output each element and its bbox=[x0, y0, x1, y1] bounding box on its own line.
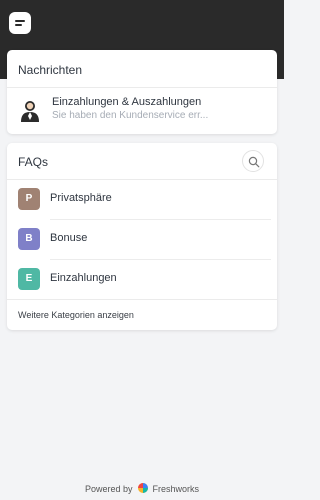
message-preview: Sie haben den Kundenservice err... bbox=[52, 110, 209, 121]
divider bbox=[7, 299, 277, 300]
message-item[interactable]: Einzahlungen & Auszahlungen Sie haben de… bbox=[7, 87, 277, 134]
faq-category-privatsphaere[interactable]: P Privatsphäre bbox=[7, 180, 277, 220]
category-label: Einzahlungen bbox=[50, 272, 117, 284]
faq-category-einzahlungen[interactable]: E Einzahlungen bbox=[7, 260, 277, 300]
more-categories-link[interactable]: Weitere Kategorien anzeigen bbox=[18, 310, 134, 320]
faqs-title: FAQs bbox=[18, 155, 49, 169]
freshworks-brand-link[interactable]: Freshworks bbox=[153, 484, 200, 494]
chat-bubble-icon[interactable] bbox=[9, 12, 31, 34]
category-badge: B bbox=[18, 228, 40, 250]
powered-by-text: Powered by bbox=[84, 484, 133, 494]
category-label: Bonuse bbox=[50, 232, 88, 244]
faqs-card: FAQs P Privatsphäre B Bonuse E Einzahlun… bbox=[7, 143, 277, 330]
category-badge: E bbox=[18, 268, 40, 290]
search-icon bbox=[248, 156, 260, 168]
powered-by-footer: Powered by Freshworks bbox=[0, 483, 284, 494]
faq-search-button[interactable] bbox=[242, 150, 264, 172]
message-title: Einzahlungen & Auszahlungen bbox=[52, 96, 202, 108]
freshworks-logo-icon bbox=[138, 483, 148, 493]
category-badge: P bbox=[18, 188, 40, 210]
support-agent-icon bbox=[18, 98, 42, 122]
category-label: Privatsphäre bbox=[50, 192, 112, 204]
faq-category-bonuse[interactable]: B Bonuse bbox=[7, 220, 277, 260]
messages-card: Nachrichten Einzahlungen & Auszahlungen … bbox=[7, 50, 277, 134]
messages-title: Nachrichten bbox=[18, 63, 83, 77]
